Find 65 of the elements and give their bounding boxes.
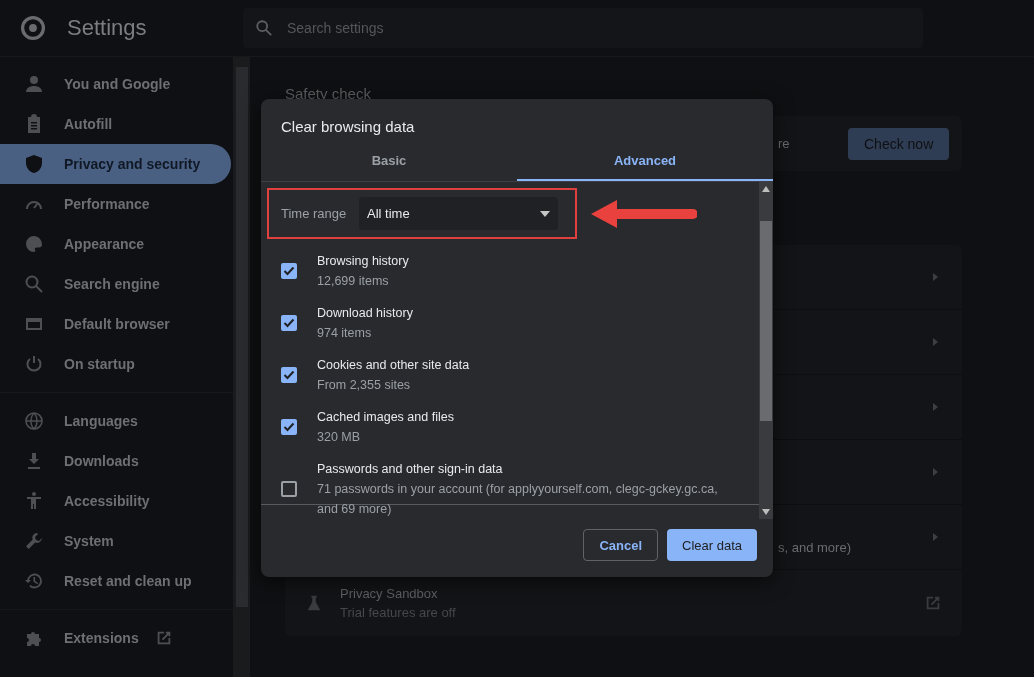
field-label: Time range (281, 206, 348, 221)
scroll-down-icon[interactable] (762, 509, 770, 515)
row-text: s, and more) (778, 539, 851, 555)
tab[interactable]: Basic (261, 142, 517, 181)
option-detail: 974 items (317, 325, 373, 342)
flask-icon (305, 594, 323, 612)
chevron-right-icon[interactable] (930, 532, 940, 542)
option-label: Download history (317, 305, 413, 322)
chevron-right-icon[interactable] (930, 402, 940, 412)
chevron-right-icon[interactable] (930, 467, 940, 477)
section-title: Safety check (285, 85, 372, 104)
checkbox[interactable] (281, 419, 297, 435)
sidebar-item[interactable]: Search engine (0, 264, 231, 304)
option-detail: 320 MB (317, 429, 362, 446)
palette-icon (24, 234, 44, 254)
checkbox[interactable] (281, 315, 297, 331)
dialog-title: Clear browsing data (280, 117, 416, 137)
search-icon (24, 274, 44, 294)
sidebar-item[interactable]: You and Google (0, 64, 231, 104)
checkbox[interactable] (281, 481, 297, 497)
figure-icon (24, 491, 44, 511)
card-text: re (778, 136, 791, 151)
option-label: Cached images and files (317, 409, 454, 426)
sidebar-item[interactable]: On startup (0, 344, 231, 384)
option-detail: 12,699 items (317, 273, 390, 290)
chevron-right-icon[interactable] (930, 272, 940, 282)
chevron-right-icon[interactable] (930, 337, 940, 347)
checkbox[interactable] (281, 263, 297, 279)
tab[interactable]: Advanced (517, 142, 773, 181)
clear-data-button[interactable]: Clear data (667, 529, 757, 561)
row-title: Privacy Sandbox (340, 586, 439, 601)
sidebar-item[interactable]: Appearance (0, 224, 231, 264)
search-field[interactable]: Search settings (243, 8, 923, 48)
globe-icon (24, 411, 44, 431)
shield-icon (24, 154, 44, 174)
option-label: Passwords and other sign-in data (317, 461, 504, 478)
time-range-dropdown[interactable]: All time (359, 197, 558, 230)
option-detail: From 2,355 sites (317, 377, 412, 394)
option-label: Cookies and other site data (317, 357, 470, 374)
sidebar-item[interactable]: Downloads (0, 441, 231, 481)
scroll-up-icon[interactable] (762, 186, 770, 192)
cancel-button[interactable]: Cancel (583, 529, 658, 561)
sidebar-item[interactable]: Reset and clean up (0, 561, 231, 601)
search-icon (255, 19, 273, 37)
sidebar-item[interactable]: Performance (0, 184, 231, 224)
logo-icon (20, 15, 46, 41)
sidebar-item[interactable]: Accessibility (0, 481, 231, 521)
power-icon (24, 354, 44, 374)
page-title: Settings (67, 15, 148, 41)
scrollbar[interactable] (759, 182, 773, 519)
scrollbar[interactable] (233, 57, 250, 677)
history-icon (24, 571, 44, 591)
sidebar-item[interactable]: Languages (0, 401, 231, 441)
person-icon (24, 74, 44, 94)
sidebar-item[interactable]: Default browser (0, 304, 231, 344)
sidebar-item[interactable]: Privacy and security (0, 144, 231, 184)
checkbox[interactable] (281, 367, 297, 383)
wrench-icon (24, 531, 44, 551)
sidebar-item[interactable]: Extensions (0, 618, 231, 658)
external-link-icon[interactable] (924, 594, 942, 612)
option-label: Browsing history (317, 253, 409, 270)
sidebar-item[interactable]: Autofill (0, 104, 231, 144)
caret-icon (540, 210, 550, 217)
sidebar-item[interactable]: System (0, 521, 231, 561)
option-detail: 71 passwords in your account (for applyyourself.com, clegc-gckey.gc.ca, and 69 more) (317, 481, 719, 518)
